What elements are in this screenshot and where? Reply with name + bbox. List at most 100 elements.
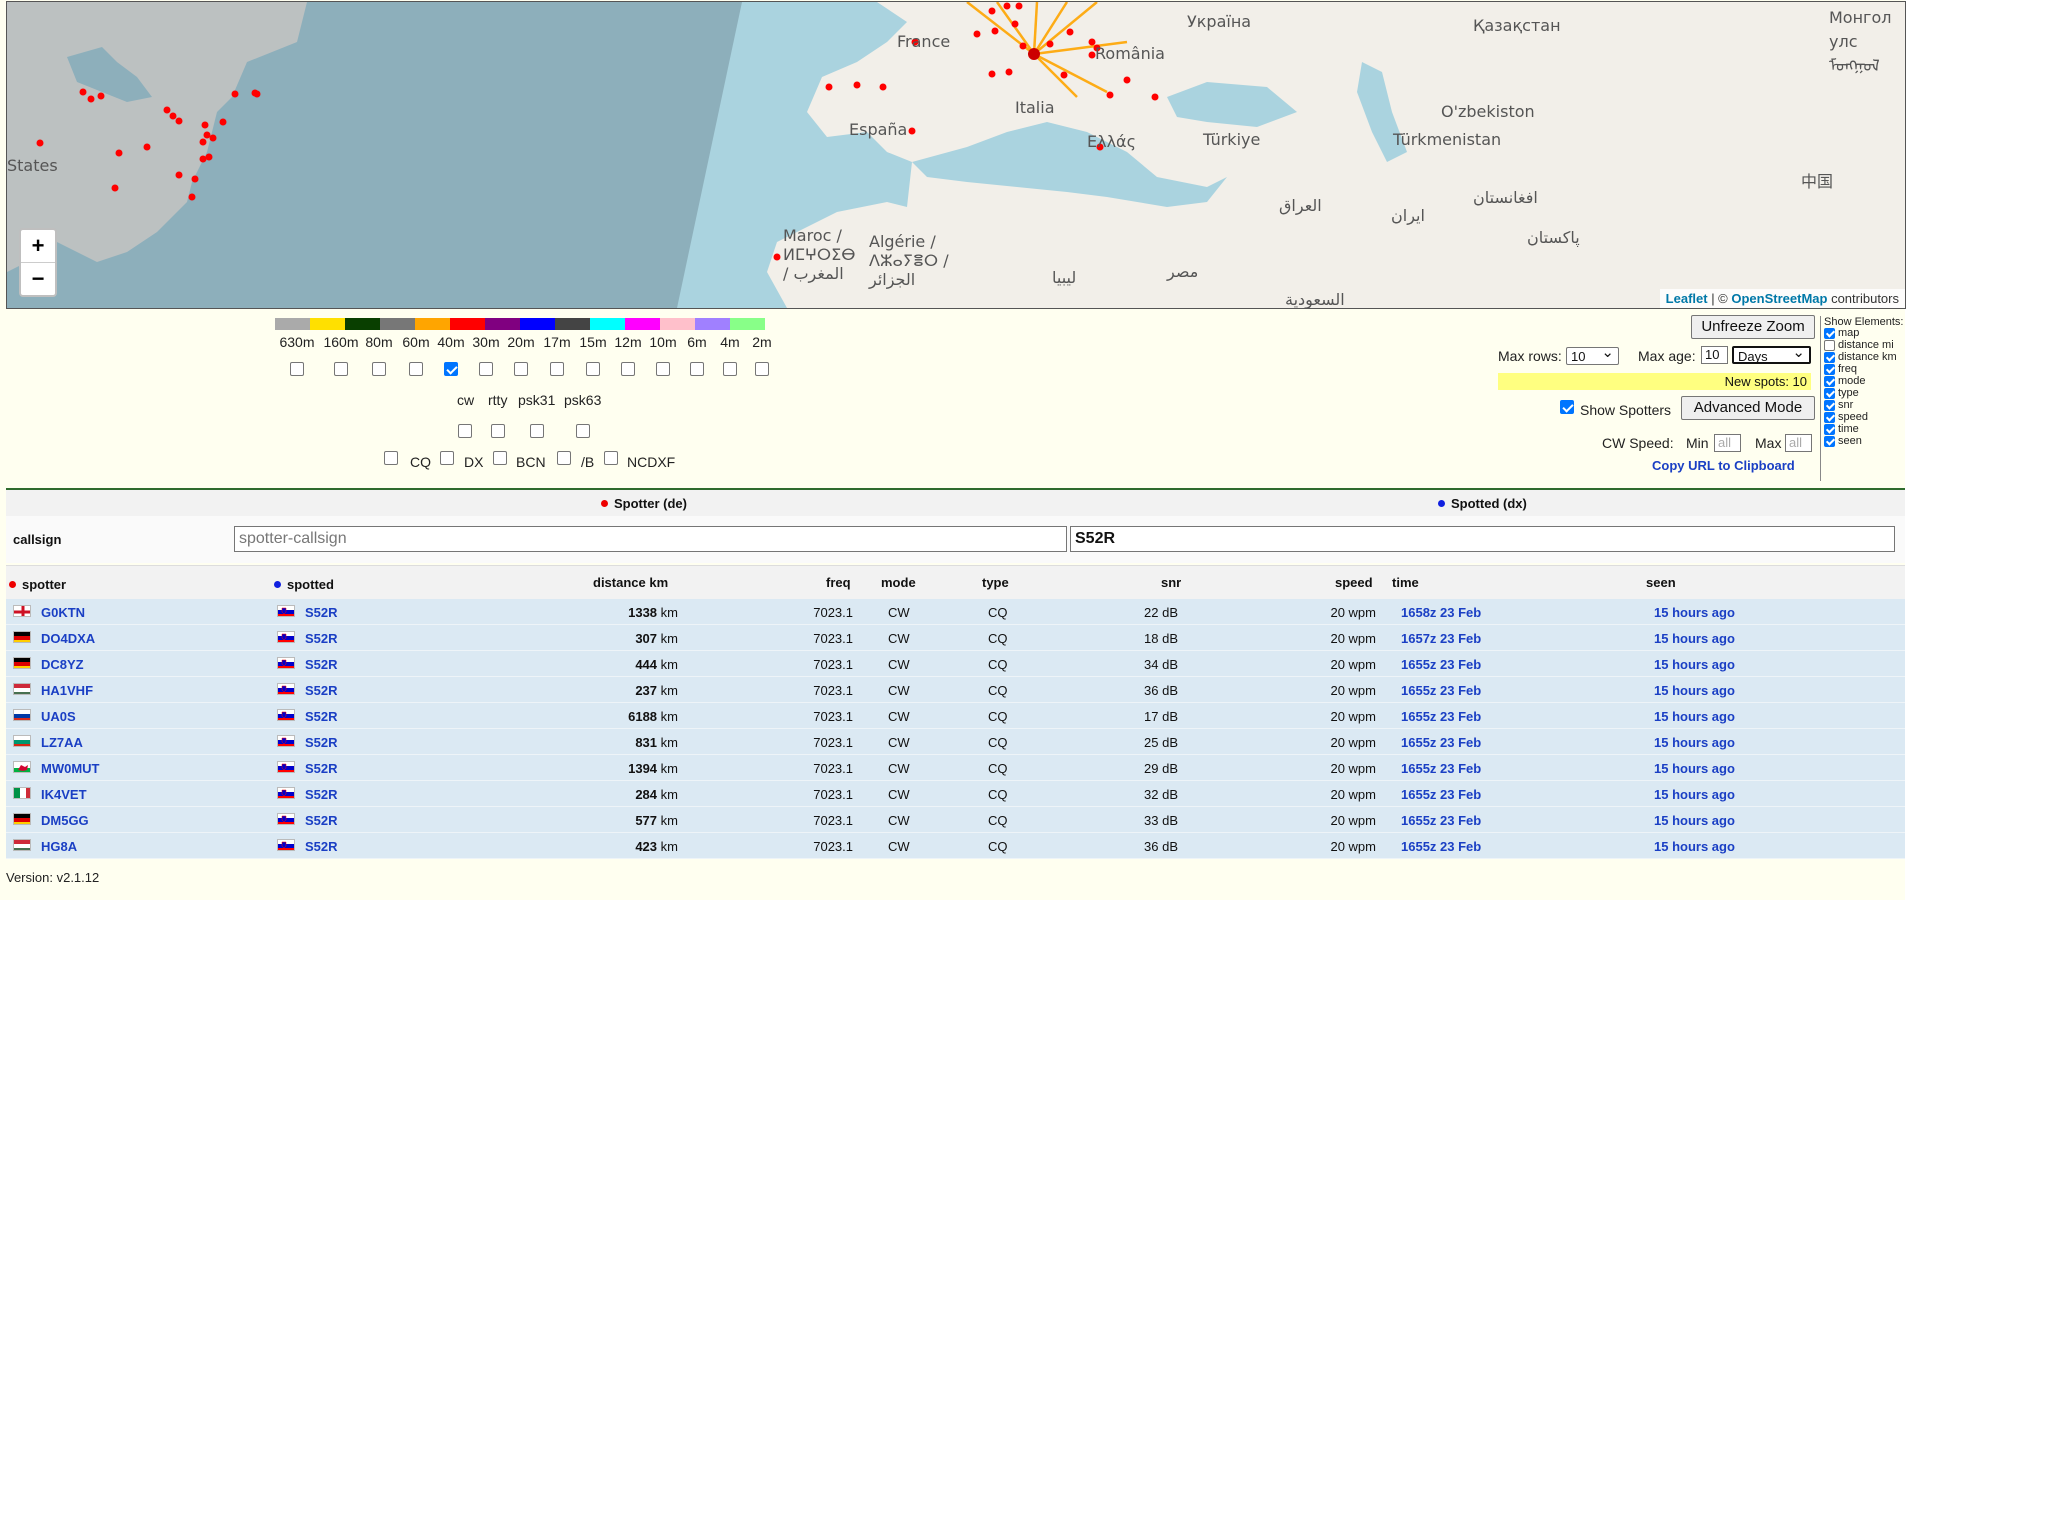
seen-link[interactable]: 15 hours ago <box>1654 735 1735 750</box>
col-seen[interactable]: seen <box>1646 575 1676 590</box>
spot-marker[interactable] <box>253 90 261 98</box>
cw-speed-min-input[interactable]: all <box>1714 434 1741 452</box>
seen-link[interactable]: 15 hours ago <box>1654 787 1735 802</box>
mode-checkbox-cw[interactable] <box>458 424 472 438</box>
type-checkbox-ncdxf[interactable] <box>604 451 618 465</box>
spotter-callsign-link[interactable]: DC8YZ <box>41 657 84 672</box>
spot-marker[interactable] <box>1066 28 1074 36</box>
spot-marker[interactable] <box>1015 2 1023 10</box>
spot-marker[interactable] <box>188 193 196 201</box>
spot-marker[interactable] <box>1151 93 1159 101</box>
spot-marker[interactable] <box>143 143 151 151</box>
band-checkbox[interactable] <box>372 362 386 376</box>
spot-marker[interactable] <box>1011 20 1019 28</box>
band-checkbox[interactable] <box>550 362 564 376</box>
band-checkbox[interactable] <box>755 362 769 376</box>
spotted-callsign-link[interactable]: S52R <box>305 787 338 802</box>
col-type[interactable]: type <box>982 575 1009 590</box>
spot-marker[interactable] <box>1005 68 1013 76</box>
spot-marker[interactable] <box>203 131 211 139</box>
zoom-in-button[interactable]: + <box>21 230 55 262</box>
band-checkbox[interactable] <box>409 362 423 376</box>
time-link[interactable]: 1657z 23 Feb <box>1401 631 1481 646</box>
spot-marker[interactable] <box>199 155 207 163</box>
zoom-out-button[interactable]: − <box>21 262 55 295</box>
spot-marker[interactable] <box>1003 2 1011 10</box>
spotter-callsign-link[interactable]: HA1VHF <box>41 683 93 698</box>
time-link[interactable]: 1655z 23 Feb <box>1401 813 1481 828</box>
spotted-callsign-link[interactable]: S52R <box>305 709 338 724</box>
spot-marker[interactable] <box>175 171 183 179</box>
show-element-checkbox[interactable] <box>1824 436 1835 447</box>
time-link[interactable]: 1655z 23 Feb <box>1401 683 1481 698</box>
spot-marker[interactable] <box>825 83 833 91</box>
band-checkbox[interactable] <box>621 362 635 376</box>
advanced-mode-button[interactable]: Advanced Mode <box>1681 396 1815 420</box>
band-checkbox[interactable] <box>479 362 493 376</box>
seen-link[interactable]: 15 hours ago <box>1654 761 1735 776</box>
show-element-checkbox[interactable] <box>1824 376 1835 387</box>
spot-row[interactable]: DM5GG S52R 577 km 7023.1 CW CQ 33 dB 20 wpm 1655… <box>6 807 1905 833</box>
show-element-checkbox[interactable] <box>1824 400 1835 411</box>
band-checkbox[interactable] <box>586 362 600 376</box>
time-link[interactable]: 1655z 23 Feb <box>1401 709 1481 724</box>
col-spotted[interactable]: spotted <box>274 577 334 592</box>
spot-marker[interactable] <box>1123 76 1131 84</box>
seen-link[interactable]: 15 hours ago <box>1654 605 1735 620</box>
spotter-callsign-link[interactable]: HG8A <box>41 839 77 854</box>
spot-marker[interactable] <box>199 138 207 146</box>
band-checkbox[interactable] <box>444 362 458 376</box>
spot-row[interactable]: G0KTN S52R 1338 km 7023.1 CW CQ 22 dB 20 wpm 165… <box>6 599 1905 625</box>
leaflet-link[interactable]: Leaflet <box>1666 291 1708 306</box>
spot-marker[interactable] <box>201 121 209 129</box>
col-spotter[interactable]: spotter <box>9 577 66 592</box>
spot-marker[interactable] <box>908 127 916 135</box>
show-element-checkbox[interactable] <box>1824 328 1835 339</box>
seen-link[interactable]: 15 hours ago <box>1654 657 1735 672</box>
copy-url-link[interactable]: Copy URL to Clipboard <box>1652 458 1795 473</box>
spot-row[interactable]: UA0S S52R 6188 km 7023.1 CW CQ 17 dB 20 wpm 1655… <box>6 703 1905 729</box>
max-age-unit-select[interactable]: Days <box>1732 344 1811 364</box>
spot-marker[interactable] <box>773 253 781 261</box>
time-link[interactable]: 1655z 23 Feb <box>1401 657 1481 672</box>
spot-marker[interactable] <box>973 30 981 38</box>
show-element-checkbox[interactable] <box>1824 340 1835 351</box>
col-snr[interactable]: snr <box>1161 575 1181 590</box>
time-link[interactable]: 1655z 23 Feb <box>1401 839 1481 854</box>
spotter-callsign-link[interactable]: G0KTN <box>41 605 85 620</box>
spot-row[interactable]: HG8A S52R 423 km 7023.1 CW CQ 36 dB 20 wpm 1655z… <box>6 833 1905 859</box>
time-link[interactable]: 1655z 23 Feb <box>1401 735 1481 750</box>
spot-row[interactable]: DC8YZ S52R 444 km 7023.1 CW CQ 34 dB 20 wpm 1655… <box>6 651 1905 677</box>
spotted-callsign-link[interactable]: S52R <box>305 657 338 672</box>
col-speed[interactable]: speed <box>1335 575 1373 590</box>
time-link[interactable]: 1655z 23 Feb <box>1401 787 1481 802</box>
col-time[interactable]: time <box>1392 575 1419 590</box>
spotted-callsign-link[interactable]: S52R <box>305 839 338 854</box>
band-checkbox[interactable] <box>690 362 704 376</box>
spotter-callsign-link[interactable]: MW0MUT <box>41 761 100 776</box>
spotted-callsign-link[interactable]: S52R <box>305 735 338 750</box>
col-freq[interactable]: freq <box>826 575 851 590</box>
band-checkbox[interactable] <box>723 362 737 376</box>
spot-marker[interactable] <box>205 153 213 161</box>
type-checkbox-cq[interactable] <box>384 451 398 465</box>
spot-marker[interactable] <box>231 90 239 98</box>
spot-marker[interactable] <box>111 184 119 192</box>
seen-link[interactable]: 15 hours ago <box>1654 813 1735 828</box>
spot-marker[interactable] <box>79 88 87 96</box>
openstreetmap-link[interactable]: OpenStreetMap <box>1731 291 1827 306</box>
unfreeze-zoom-button[interactable]: Unfreeze Zoom <box>1691 315 1815 339</box>
spot-marker[interactable] <box>219 118 227 126</box>
mode-checkbox-rtty[interactable] <box>491 424 505 438</box>
spot-marker[interactable] <box>988 70 996 78</box>
type-checkbox-dx[interactable] <box>440 451 454 465</box>
spot-map[interactable]: States France España Italia România Ελλά… <box>6 1 1906 309</box>
cw-speed-max-input[interactable]: all <box>1785 434 1812 452</box>
show-element-checkbox[interactable] <box>1824 364 1835 375</box>
spot-marker[interactable] <box>87 95 95 103</box>
show-element-checkbox[interactable] <box>1824 424 1835 435</box>
col-distance[interactable]: distance km <box>593 575 668 590</box>
mode-checkbox-psk63[interactable] <box>576 424 590 438</box>
spotter-callsign-link[interactable]: UA0S <box>41 709 76 724</box>
spot-marker[interactable] <box>169 112 177 120</box>
